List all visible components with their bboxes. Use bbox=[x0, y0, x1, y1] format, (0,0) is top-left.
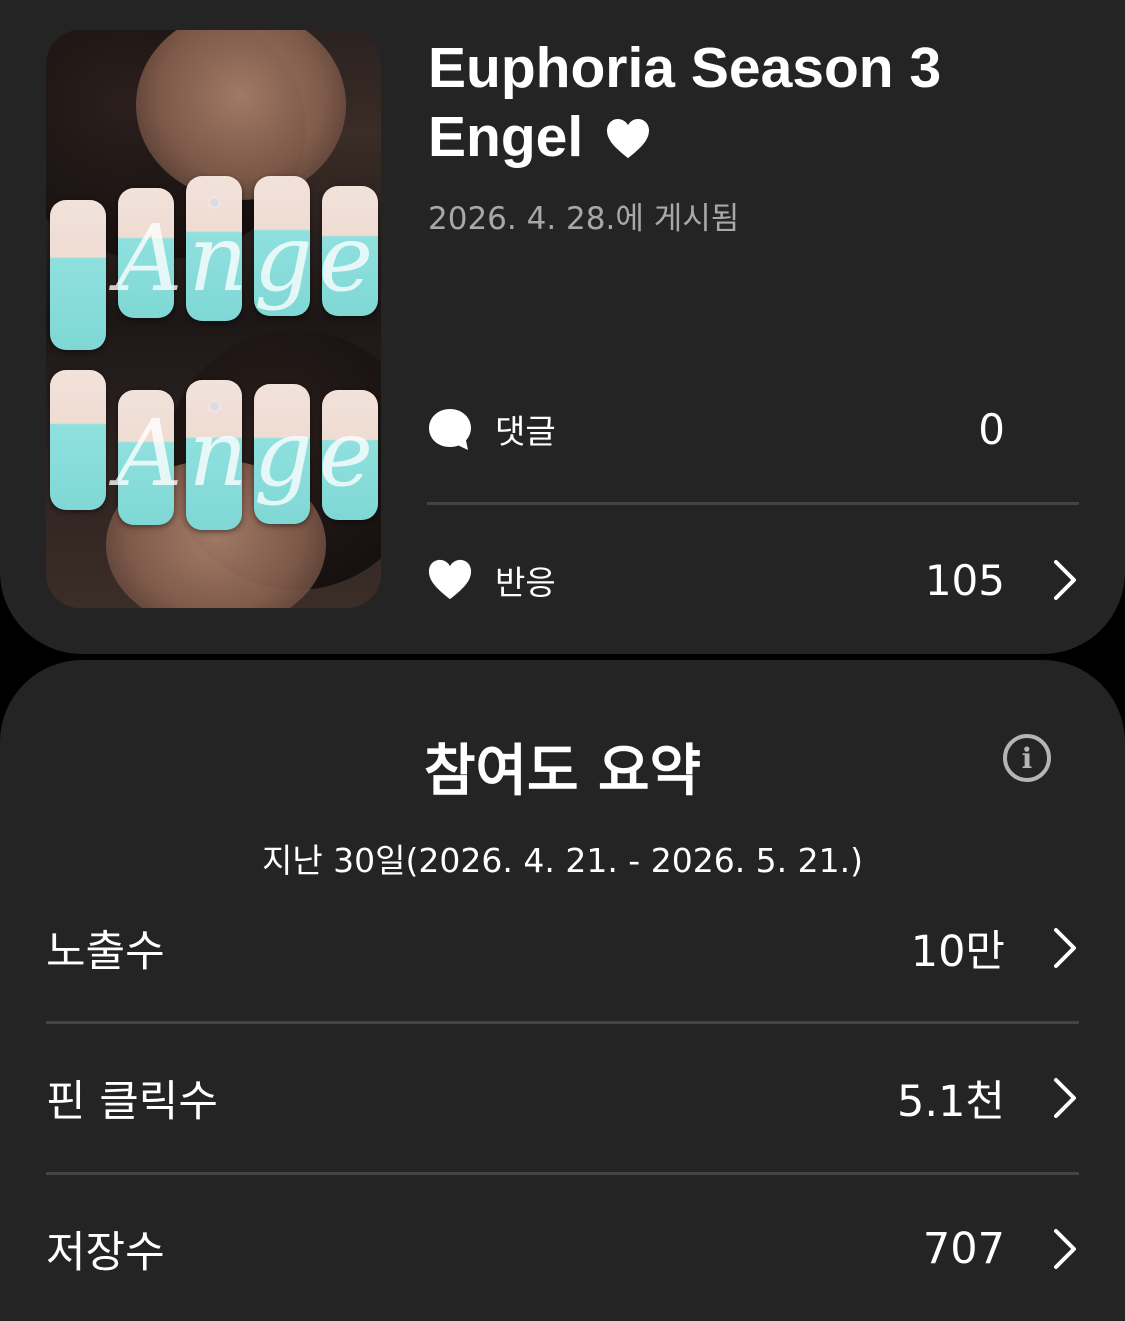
heart-icon bbox=[428, 559, 472, 600]
metric-value: 5.1천 bbox=[897, 1077, 1005, 1127]
nail bbox=[50, 200, 106, 350]
chevron-right-icon[interactable] bbox=[1051, 1076, 1079, 1120]
pin-title-line1: Euphoria Season 3 bbox=[428, 36, 942, 100]
metric-label: 노출수 bbox=[46, 927, 165, 977]
summary-period: 지난 30일(2026. 4. 21. - 2026. 5. 21.) bbox=[261, 841, 864, 880]
metric-divider bbox=[46, 1172, 1079, 1175]
pin-card: Angel Angel Euphoria Season 3 Engel 2026… bbox=[0, 0, 1125, 654]
pin-thumbnail[interactable]: Angel Angel bbox=[46, 30, 381, 608]
posted-date: 2026. 4. 28.에 게시됨 bbox=[428, 201, 740, 237]
nail bbox=[50, 370, 106, 510]
chevron-right-icon[interactable] bbox=[1051, 926, 1079, 970]
nail-script-text-bottom: Angel bbox=[116, 400, 381, 507]
metric-value: 10만 bbox=[910, 927, 1005, 977]
pin-title-line2: Engel bbox=[428, 105, 584, 169]
chevron-right-icon[interactable] bbox=[1051, 1227, 1079, 1271]
chevron-right-icon[interactable] bbox=[1051, 558, 1079, 602]
metric-row-impressions[interactable]: 노출수 10만 bbox=[46, 913, 1079, 983]
speech-bubble-icon bbox=[429, 409, 471, 450]
metric-row-pin-clicks[interactable]: 핀 클릭수 5.1천 bbox=[46, 1063, 1079, 1133]
metric-row-saves[interactable]: 저장수 707 bbox=[46, 1214, 1079, 1284]
nail-script-text-top: Angel bbox=[116, 205, 381, 312]
metric-divider bbox=[46, 1021, 1079, 1024]
stats-divider bbox=[427, 502, 1079, 505]
reactions-label: 반응 bbox=[495, 563, 556, 602]
comments-count: 0 bbox=[978, 404, 1005, 454]
summary-title: 참여도 요약 bbox=[423, 739, 702, 804]
reactions-count: 105 bbox=[924, 555, 1005, 605]
pin-title-line2-wrap: Engel bbox=[428, 103, 1068, 172]
heart-emoji-icon bbox=[607, 118, 650, 159]
metric-label: 저장수 bbox=[46, 1228, 165, 1278]
metric-value: 707 bbox=[922, 1224, 1005, 1274]
metric-label: 핀 클릭수 bbox=[46, 1077, 218, 1127]
pin-stats-screen: Angel Angel Euphoria Season 3 Engel 2026… bbox=[0, 0, 1125, 1321]
pin-title: Euphoria Season 3 Engel bbox=[428, 34, 1068, 172]
comments-row: 댓글 0 bbox=[427, 399, 1079, 459]
reactions-row[interactable]: 반응 105 bbox=[427, 550, 1079, 610]
info-icon[interactable]: i bbox=[1003, 734, 1051, 782]
comments-label: 댓글 bbox=[495, 412, 556, 451]
